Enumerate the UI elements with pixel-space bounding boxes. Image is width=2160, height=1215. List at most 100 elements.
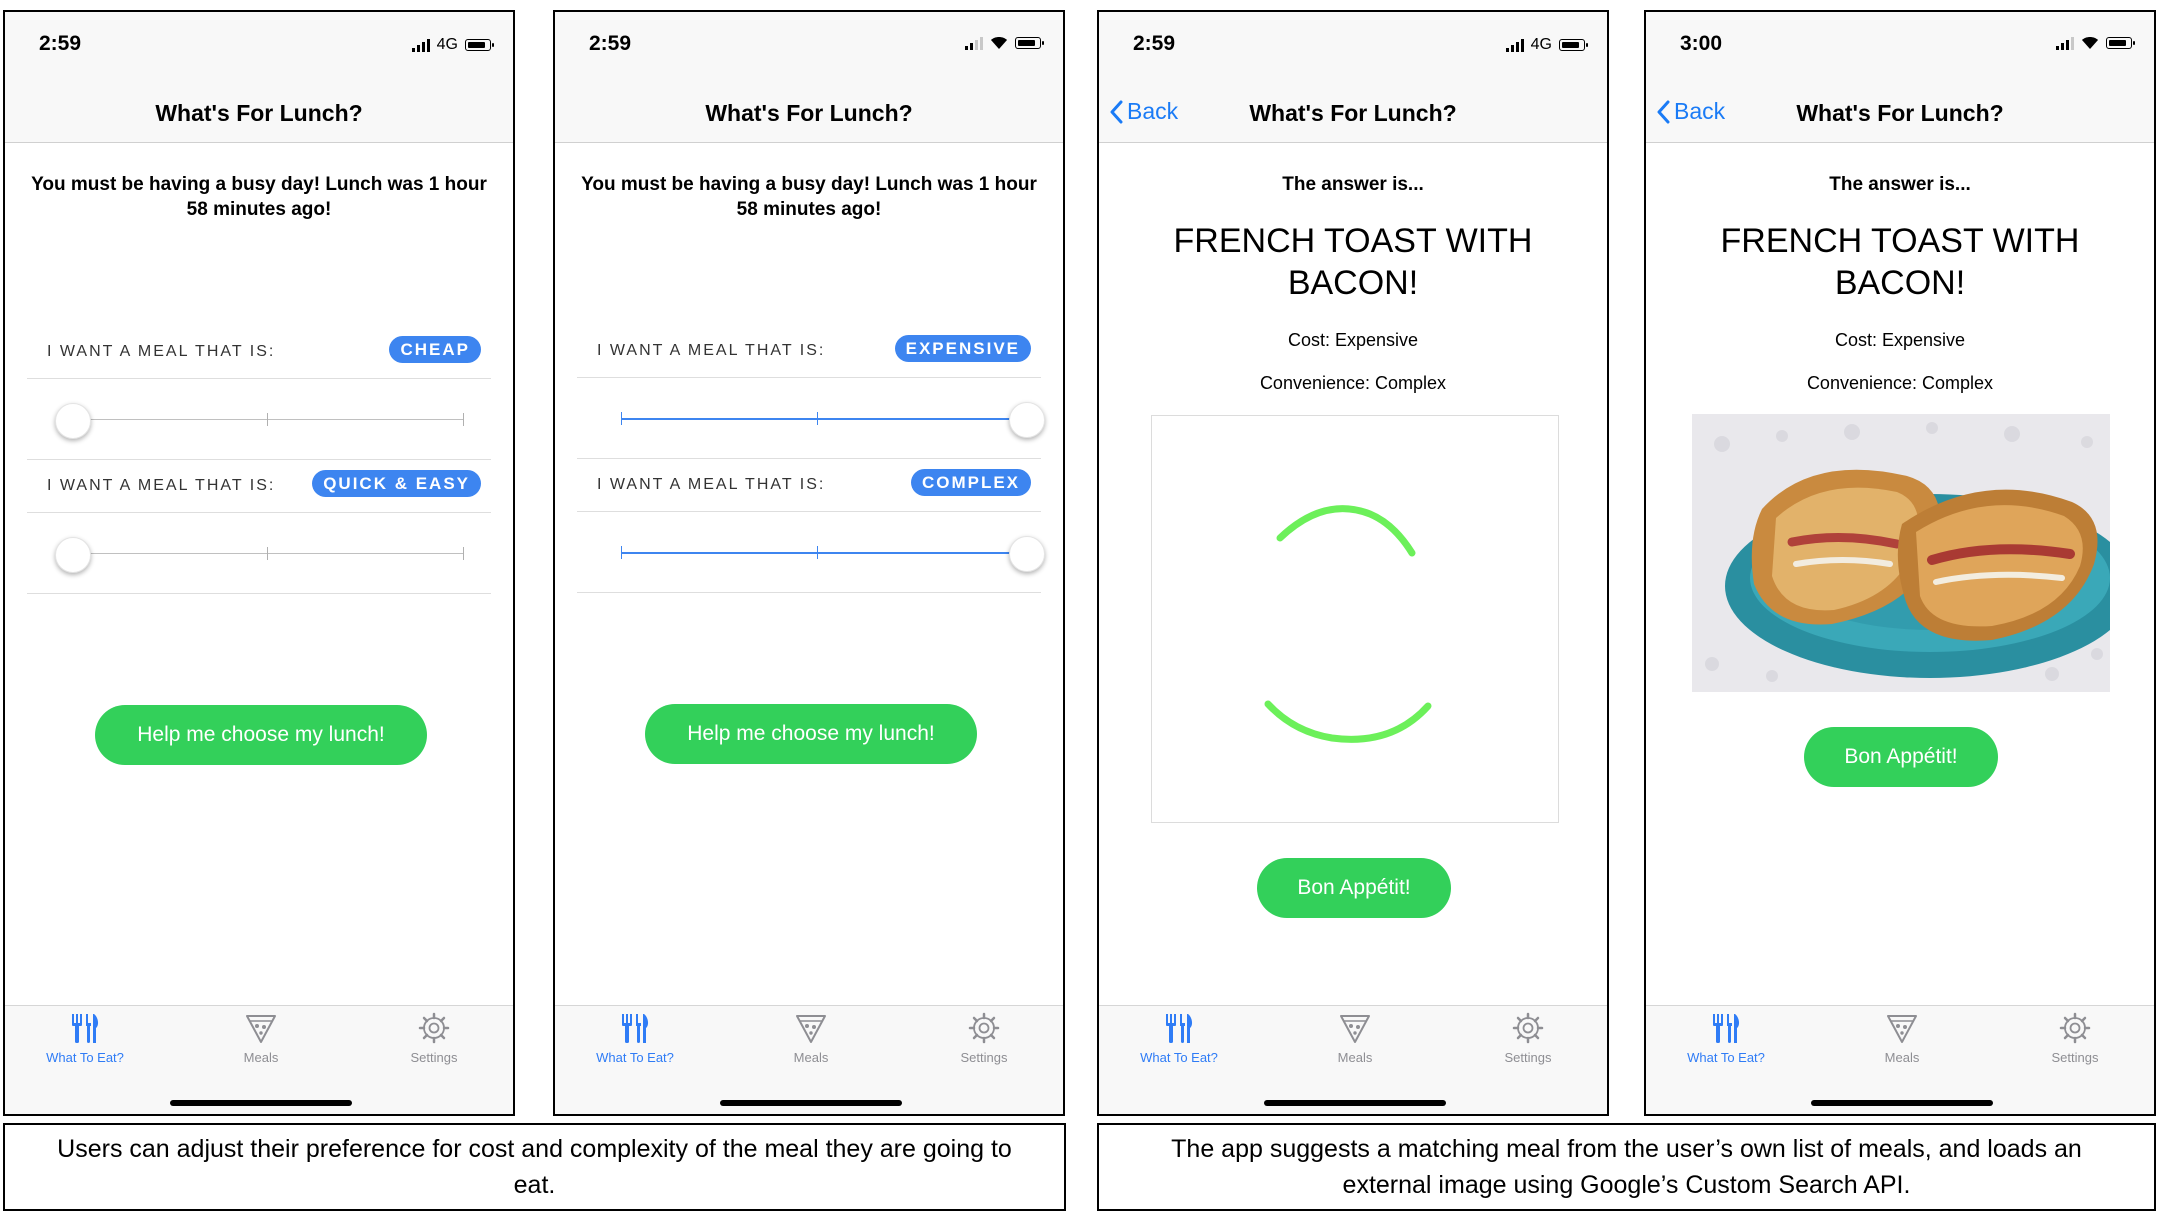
image-placeholder [1151,415,1559,823]
cost-value-badge: CHEAP [389,336,481,363]
complexity-value-badge: COMPLEX [910,469,1031,496]
page-title: What's For Lunch? [1796,100,2004,126]
status-time: 2:59 [589,32,632,55]
page-title: What's For Lunch? [155,100,363,126]
tab-meals[interactable]: Meals [1837,1012,1967,1065]
tab-label: Meals [1884,1050,1920,1065]
wifi-icon [991,37,1007,49]
complexity-slider[interactable] [577,512,1045,593]
tab-label: What To Eat? [1687,1050,1765,1065]
gear-icon [968,1012,1000,1044]
navigation-bar: What's For Lunch? [555,86,1063,143]
battery-icon [1015,37,1044,49]
choose-lunch-button[interactable]: Help me choose my lunch! [95,705,427,765]
phone-screen-preferences-adjusted: 2:59 What's For Lunch? You must be havin… [553,10,1065,1116]
status-time: 3:00 [1680,32,1723,55]
tab-label: What To Eat? [1140,1050,1218,1065]
slider-thumb[interactable] [1009,402,1045,438]
tab-what-to-eat[interactable]: What To Eat? [1661,1012,1791,1065]
status-time: 2:59 [1133,32,1176,55]
signal-icon [965,36,983,50]
meal-name: FRENCH TOAST WITH BACON! [1173,222,1533,302]
tab-settings[interactable]: Settings [1463,1012,1593,1065]
caption-right: The app suggests a matching meal from th… [1097,1123,2156,1211]
gear-icon [1512,1012,1544,1044]
tab-settings[interactable]: Settings [369,1012,499,1065]
tab-label: Settings [410,1050,458,1065]
lunch-time-message: You must be having a busy day! Lunch was… [581,174,1037,220]
pizza-slice-icon [246,1015,276,1043]
fork-knife-icon [72,1014,99,1043]
tab-meals[interactable]: Meals [746,1012,876,1065]
answer-label: The answer is... [1282,174,1424,195]
tab-what-to-eat[interactable]: What To Eat? [20,1012,150,1065]
slider-thumb[interactable] [1009,536,1045,572]
cost-value-badge: EXPENSIVE [894,335,1031,362]
complexity-slider[interactable] [27,513,491,594]
page-title: What's For Lunch? [1249,100,1457,126]
cost-label: I WANT A MEAL THAT IS: [47,343,276,360]
network-type: 4G [436,36,458,53]
complexity-label: I WANT A MEAL THAT IS: [47,477,276,494]
navigation-bar: Back What's For Lunch? [1099,86,1607,143]
status-time: 2:59 [39,32,82,55]
battery-icon [1559,39,1588,51]
phone-screen-answer-loading: 2:59 4G Back What's For Lunch? The answe… [1097,10,1609,1116]
complexity-value-badge: QUICK & EASY [312,470,481,497]
meal-convenience: Convenience: Complex [1806,373,1994,393]
navigation-bar: Back What's For Lunch? [1646,86,2154,143]
complexity-preference-row: I WANT A MEAL THAT IS: COMPLEX [577,459,1041,512]
gear-icon [418,1012,450,1044]
tab-what-to-eat[interactable]: What To Eat? [1114,1012,1244,1065]
tab-label: Meals [793,1050,829,1065]
status-bar: 2:59 [555,12,1063,86]
tab-label: Meals [243,1050,279,1065]
lunch-time-message: You must be having a busy day! Lunch was… [31,174,487,220]
gear-icon [2059,1012,2091,1044]
wifi-icon [2082,37,2098,49]
pizza-slice-icon [1340,1015,1370,1043]
pizza-slice-icon [1887,1015,1917,1043]
complexity-label: I WANT A MEAL THAT IS: [597,476,826,493]
tab-label: Settings [2051,1050,2099,1065]
cost-slider[interactable] [27,379,491,460]
tab-meals[interactable]: Meals [196,1012,326,1065]
signal-icon [2056,36,2074,50]
fork-knife-icon [1166,1014,1193,1043]
fork-knife-icon [622,1014,649,1043]
answer-label: The answer is... [1829,174,1971,195]
status-bar: 3:00 [1646,12,2154,86]
cost-slider[interactable] [577,378,1045,459]
signal-icon [411,38,430,52]
tab-settings[interactable]: Settings [2010,1012,2140,1065]
tab-what-to-eat[interactable]: What To Eat? [570,1012,700,1065]
meal-name: FRENCH TOAST WITH BACON! [1720,222,2080,302]
meal-photo [1692,414,2110,692]
navigation-bar: What's For Lunch? [5,86,513,143]
status-bar: 2:59 4G [1099,12,1607,86]
meal-cost: Cost: Expensive [1287,330,1419,350]
battery-icon [465,39,494,51]
home-indicator [1264,1100,1446,1106]
tab-meals[interactable]: Meals [1290,1012,1420,1065]
slider-track [73,553,463,554]
slider-thumb[interactable] [55,537,91,573]
slider-thumb[interactable] [55,403,91,439]
home-indicator [720,1100,902,1106]
tab-label: Meals [1337,1050,1373,1065]
meal-cost: Cost: Expensive [1834,330,1966,350]
phone-screen-answer-loaded: 3:00 Back What's For Lunch? The answer i… [1644,10,2156,1116]
bon-appetit-button[interactable]: Bon Appétit! [1257,858,1451,918]
signal-icon [1505,38,1524,52]
home-indicator [170,1100,352,1106]
bon-appetit-button[interactable]: Bon Appétit! [1804,727,1998,787]
choose-lunch-button[interactable]: Help me choose my lunch! [645,704,977,764]
tab-label: Settings [1504,1050,1552,1065]
complexity-preference-row: I WANT A MEAL THAT IS: QUICK & EASY [27,460,491,513]
fork-knife-icon [1713,1014,1740,1043]
cost-preference-row: I WANT A MEAL THAT IS: EXPENSIVE [577,325,1041,378]
tab-settings[interactable]: Settings [919,1012,1049,1065]
network-type: 4G [1530,36,1552,53]
tab-label: Settings [960,1050,1008,1065]
home-indicator [1811,1100,1993,1106]
